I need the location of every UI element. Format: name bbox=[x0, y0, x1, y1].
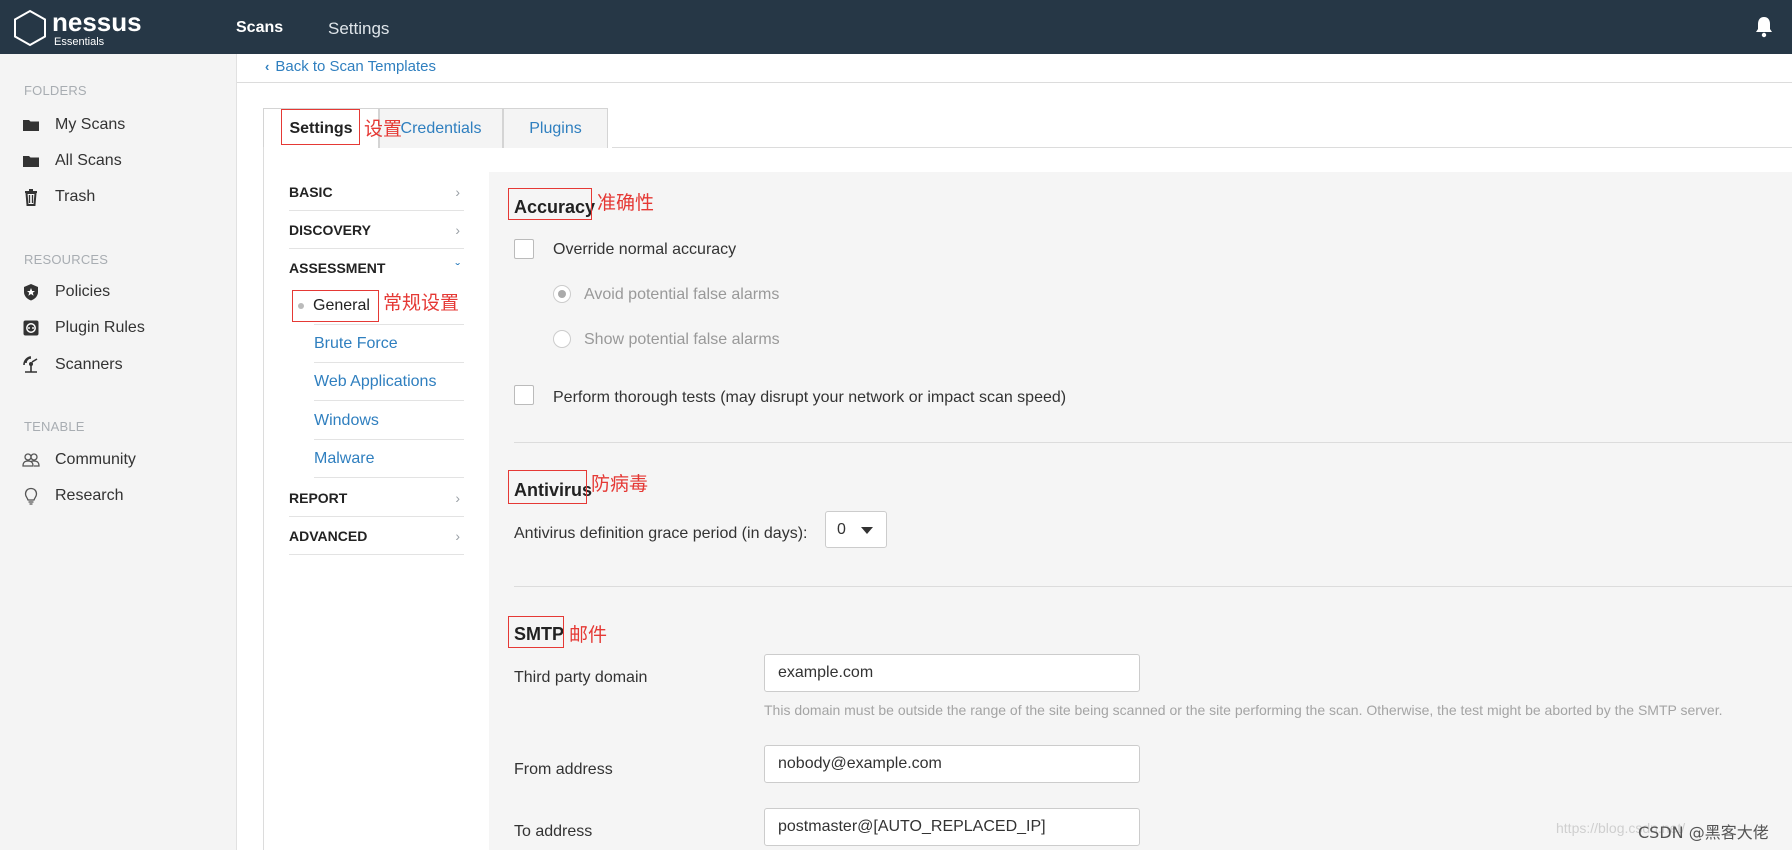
thorough-tests-checkbox[interactable] bbox=[514, 385, 534, 405]
annotation-box-smtp bbox=[508, 616, 564, 648]
nav-report[interactable]: REPORT › bbox=[289, 479, 464, 517]
third-party-domain-label: Third party domain bbox=[514, 669, 648, 686]
from-address-label: From address bbox=[514, 761, 613, 778]
folder-icon bbox=[23, 156, 39, 167]
settings-panel bbox=[489, 172, 1792, 850]
third-party-domain-input[interactable]: example.com bbox=[764, 654, 1140, 692]
nav-sub-malware[interactable]: Malware bbox=[314, 440, 464, 478]
annotation-box-settings bbox=[281, 109, 360, 145]
back-link-label: Back to Scan Templates bbox=[275, 58, 436, 75]
sidebar-item-label: Trash bbox=[55, 188, 96, 205]
nav-discovery-label: DISCOVERY bbox=[289, 221, 371, 238]
scanner-icon bbox=[23, 356, 38, 373]
nav-sub-brute-force[interactable]: Brute Force bbox=[314, 325, 464, 363]
show-false-alarms-radio[interactable] bbox=[553, 330, 571, 348]
resources-heading: RESOURCES bbox=[24, 252, 109, 267]
nav-assessment[interactable]: ASSESSMENT ˇ bbox=[289, 249, 464, 287]
annotation-antivirus: 防病毒 bbox=[591, 473, 649, 495]
annotation-box-accuracy bbox=[508, 188, 592, 220]
plugin-rules-icon bbox=[23, 320, 39, 336]
avoid-false-alarms-radio[interactable] bbox=[553, 285, 571, 303]
nav-basic-label: BASIC bbox=[289, 183, 333, 200]
thorough-tests-label: Perform thorough tests (may disrupt your… bbox=[553, 389, 1067, 406]
csdn-credit: CSDN @黑客大佬 bbox=[1638, 823, 1769, 842]
research-icon bbox=[24, 487, 38, 505]
grace-period-select[interactable]: 0 bbox=[825, 511, 887, 548]
bell-icon[interactable] bbox=[1754, 16, 1774, 38]
chevron-down-icon: ˇ bbox=[455, 260, 460, 276]
chevron-right-icon: › bbox=[455, 527, 460, 544]
chevron-right-icon: › bbox=[455, 183, 460, 200]
back-to-scan-templates-link[interactable]: ‹ Back to Scan Templates bbox=[265, 58, 436, 75]
sidebar-item-label: Plugin Rules bbox=[55, 319, 145, 336]
sidebar-item-label: My Scans bbox=[55, 116, 126, 133]
sidebar-item-label: All Scans bbox=[55, 152, 122, 169]
nav-discovery[interactable]: DISCOVERY › bbox=[289, 211, 464, 249]
trash-icon bbox=[25, 189, 37, 206]
caret-down-icon bbox=[861, 527, 873, 534]
override-accuracy-label: Override normal accuracy bbox=[553, 241, 737, 258]
shield-icon bbox=[24, 284, 38, 301]
hexagon-logo-icon bbox=[14, 9, 46, 47]
to-address-label: To address bbox=[514, 823, 593, 840]
folder-icon bbox=[23, 120, 39, 131]
section-divider bbox=[514, 442, 1792, 443]
annotation-settings: 设置 bbox=[364, 118, 403, 140]
chevron-right-icon: › bbox=[455, 489, 460, 506]
sidebar-item-label: Policies bbox=[55, 283, 111, 300]
sidebar-item-label: Scanners bbox=[55, 356, 123, 373]
nav-scans[interactable]: Scans bbox=[236, 19, 283, 37]
logo-name: nessus bbox=[52, 7, 142, 37]
sidebar-item-plugin-rules[interactable]: Plugin Rules bbox=[22, 315, 145, 341]
chevron-left-icon: ‹ bbox=[265, 59, 270, 74]
annotation-box-antivirus bbox=[508, 470, 587, 504]
nav-report-label: REPORT bbox=[289, 489, 348, 506]
grace-period-value: 0 bbox=[837, 520, 846, 538]
annotation-box-general bbox=[292, 290, 379, 322]
community-icon bbox=[22, 453, 40, 467]
content-left-border bbox=[263, 147, 264, 850]
avoid-false-alarms-label: Avoid potential false alarms bbox=[584, 286, 780, 303]
back-bar bbox=[237, 54, 1792, 83]
nav-advanced[interactable]: ADVANCED › bbox=[289, 517, 464, 555]
folders-heading: FOLDERS bbox=[24, 83, 87, 98]
sidebar-item-all-scans[interactable]: All Scans bbox=[22, 148, 122, 174]
nav-settings[interactable]: Settings bbox=[328, 19, 389, 39]
chevron-right-icon: › bbox=[455, 221, 460, 238]
show-false-alarms-label: Show potential false alarms bbox=[584, 331, 780, 348]
nav-sub-windows[interactable]: Windows bbox=[314, 402, 464, 440]
annotation-smtp: 邮件 bbox=[569, 624, 608, 646]
sidebar-item-research[interactable]: Research bbox=[22, 483, 123, 509]
annotation-general: 常规设置 bbox=[383, 292, 460, 314]
top-navbar: nessus Essentials Scans Settings bbox=[0, 0, 1792, 54]
sidebar-item-label: Research bbox=[55, 487, 124, 504]
to-address-input[interactable]: postmaster@[AUTO_REPLACED_IP] bbox=[764, 808, 1140, 846]
third-party-domain-help: This domain must be outside the range of… bbox=[764, 702, 1723, 718]
sidebar-item-community[interactable]: Community bbox=[22, 447, 136, 473]
nav-basic[interactable]: BASIC › bbox=[289, 173, 464, 211]
logo-subtitle: Essentials bbox=[54, 36, 105, 48]
sidebar-item-scanners[interactable]: Scanners bbox=[22, 352, 123, 378]
sidebar-item-trash[interactable]: Trash bbox=[22, 184, 95, 210]
nav-assessment-label: ASSESSMENT bbox=[289, 260, 386, 276]
nessus-logo[interactable]: nessus Essentials bbox=[12, 8, 152, 48]
nav-sub-web-applications[interactable]: Web Applications bbox=[314, 363, 464, 401]
tab-plugins[interactable]: Plugins bbox=[503, 108, 608, 148]
from-address-input[interactable]: nobody@example.com bbox=[764, 745, 1140, 783]
annotation-accuracy: 准确性 bbox=[597, 192, 655, 214]
sidebar-item-policies[interactable]: Policies bbox=[22, 279, 110, 305]
tab-underline bbox=[612, 147, 1792, 148]
grace-period-label: Antivirus definition grace period (in da… bbox=[514, 525, 808, 542]
tenable-heading: TENABLE bbox=[24, 419, 85, 434]
section-divider bbox=[514, 586, 1792, 587]
override-accuracy-checkbox[interactable] bbox=[514, 239, 534, 259]
sidebar-item-label: Community bbox=[55, 451, 136, 468]
nav-advanced-label: ADVANCED bbox=[289, 527, 368, 544]
sidebar-item-my-scans[interactable]: My Scans bbox=[22, 112, 125, 138]
